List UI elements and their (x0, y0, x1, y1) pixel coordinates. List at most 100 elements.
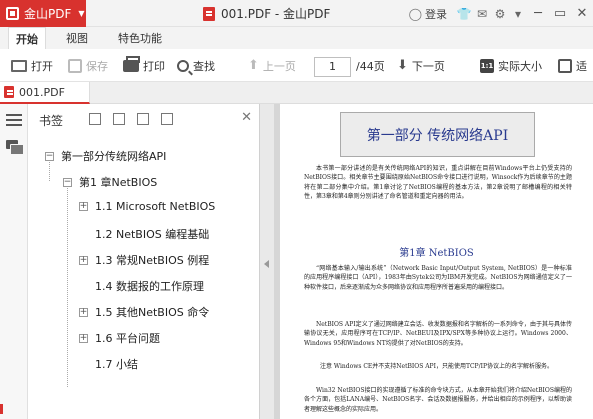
bookmark-label: 1.4 数据报的工作原理 (95, 280, 204, 293)
bookmark-item[interactable]: + 1.6 平台问题 (79, 330, 160, 346)
window-title-text: 001.PDF - 金山PDF (221, 7, 331, 21)
open-button[interactable]: 打开 (11, 49, 53, 82)
expand-icon[interactable]: + (79, 333, 88, 343)
panel-splitter[interactable] (260, 104, 274, 419)
actual-size-label: 实际大小 (498, 59, 542, 73)
body-paragraph: “网络基本输入/输出系统”（Network Basic Input/Output… (304, 265, 572, 291)
bookmark-panel: 书签 ✕ − 第一部分传统网络API − 第1 章NetBIOS + 1.1 M… (29, 104, 260, 419)
app-name: 金山PDF (24, 7, 72, 21)
expand-icon[interactable]: + (79, 202, 88, 211)
document-tab-strip: 001.PDF (0, 82, 593, 104)
close-button[interactable]: ✕ (571, 0, 593, 27)
bookmark-label: 1.5 其他NetBIOS 命令 (95, 306, 210, 319)
actual-size-icon: 1:1 (480, 58, 494, 73)
search-icon (177, 59, 189, 72)
tab-features[interactable]: 特色功能 (112, 27, 168, 49)
fit-page-icon (558, 58, 572, 73)
expand-icon[interactable]: + (79, 255, 88, 265)
document-tab-label: 001.PDF (19, 85, 65, 99)
left-rail (0, 104, 28, 419)
arrow-up-icon: ⬆ (248, 58, 259, 73)
toolbar: 打开 保存 打印 查找 ⬆ 上一页 ⬇ 下一页 1:1 实际大小 适 (0, 49, 593, 82)
save-label: 保存 (86, 59, 108, 73)
user-icon: ◯ (408, 6, 422, 21)
skin-icon[interactable]: 👕 (455, 0, 473, 27)
tab-view[interactable]: 视图 (58, 27, 96, 49)
bookmark-list-icon[interactable] (6, 114, 22, 128)
bookmark-item[interactable]: 1.7 小结 (79, 356, 138, 372)
app-menu-button[interactable]: 金山PDF ▼ (0, 0, 86, 27)
arrow-down-icon: ⬇ (397, 58, 408, 73)
bookmark-item[interactable]: 1.2 NetBIOS 编程基础 (79, 226, 209, 242)
note-paragraph: 注意 Windows CE并不支持NetBIOS API，只能使用TCP/IP协… (320, 363, 554, 370)
pdf-file-icon (203, 6, 215, 21)
close-icon[interactable]: ✕ (241, 110, 252, 125)
bookmark-label: 1.7 小结 (95, 358, 138, 371)
body-paragraph: NetBIOS API定义了通过网络建立会话、收发数据报和名字解析的一系列命令，… (304, 321, 572, 347)
app-logo-icon (6, 7, 19, 20)
bookmark-label: 1.2 NetBIOS 编程基础 (95, 228, 210, 241)
collapse-all-icon[interactable] (137, 113, 149, 125)
prev-page-button[interactable]: ⬆ 上一页 (248, 49, 296, 82)
prev-page-label: 上一页 (262, 59, 296, 73)
document-tab[interactable]: 001.PDF (0, 82, 90, 104)
panel-edge-marker (0, 404, 3, 414)
bookmark-item[interactable]: 1.4 数据报的工作原理 (79, 278, 204, 294)
ribbon-tabs: 开始 视图 特色功能 (0, 27, 593, 49)
page-heading: 第一部分 传统网络API (340, 112, 535, 157)
find-label: 查找 (193, 59, 215, 73)
window-title: 001.PDF - 金山PDF (203, 0, 330, 27)
find-button[interactable]: 查找 (177, 49, 215, 82)
chevron-down-icon: ▼ (78, 9, 85, 18)
bookmark-label: 第一部分传统网络API (61, 150, 167, 163)
next-page-button[interactable]: ⬇ 下一页 (397, 49, 445, 82)
bookmark-item[interactable]: − 第1 章NetBIOS (63, 174, 157, 190)
bookmark-item[interactable]: + 1.3 常规NetBIOS 例程 (79, 252, 209, 268)
page-number-input[interactable]: 1 (314, 57, 351, 77)
bookmark-title: 书签 (39, 114, 64, 128)
pdf-page: 第一部分 传统网络API 本书第一部分讲述的是有关传统网络API的知识，重点讲解… (280, 104, 593, 419)
save-icon (68, 58, 82, 73)
bookmark-label: 第1 章NetBIOS (79, 176, 158, 189)
fit-label: 适 (576, 59, 587, 73)
chapter-title: 第1章 NetBIOS (399, 248, 474, 259)
gear-icon[interactable]: ⚙ (491, 0, 509, 27)
fit-button[interactable]: 适 (558, 49, 587, 82)
pdf-file-icon (4, 86, 14, 98)
printer-icon (123, 55, 140, 72)
title-bar: 金山PDF ▼ 001.PDF - 金山PDF ◯ 登录 👕 ✉ ⚙ ▾ ─ ▭… (0, 0, 593, 27)
bookmark-header: 书签 ✕ (29, 104, 260, 134)
menu-icon[interactable]: ▾ (509, 0, 527, 27)
bookmark-item[interactable]: + 1.1 Microsoft NetBIOS (79, 200, 215, 213)
bookmark-label: 1.1 Microsoft NetBIOS (95, 200, 216, 213)
login-button[interactable]: ◯ 登录 (409, 6, 447, 22)
bookmark-item[interactable]: + 1.5 其他NetBIOS 命令 (79, 304, 209, 320)
bookmark-label: 1.6 平台问题 (95, 332, 160, 345)
open-label: 打开 (31, 59, 53, 73)
next-page-label: 下一页 (411, 59, 445, 73)
collapse-icon[interactable]: − (45, 151, 54, 161)
expand-icon[interactable]: + (79, 307, 88, 317)
tree-line (67, 186, 68, 387)
tab-start[interactable]: 开始 (8, 27, 46, 49)
save-button[interactable]: 保存 (68, 49, 108, 82)
message-icon[interactable]: ✉ (473, 0, 491, 27)
expand-all-icon[interactable] (113, 113, 125, 125)
folder-icon (11, 59, 27, 72)
maximize-button[interactable]: ▭ (549, 0, 571, 27)
actual-size-button[interactable]: 1:1 实际大小 (480, 49, 542, 82)
comments-icon[interactable] (6, 140, 24, 155)
page-total: /44页 (356, 59, 385, 73)
login-label: 登录 (425, 7, 447, 21)
print-button[interactable]: 打印 (123, 49, 165, 82)
bookmark-label: 1.3 常规NetBIOS 例程 (95, 254, 210, 267)
add-bookmark-icon[interactable] (89, 113, 101, 125)
delete-bookmark-icon[interactable] (161, 113, 173, 125)
collapse-icon[interactable]: − (63, 177, 72, 187)
intro-paragraph: 本书第一部分讲述的是有关传统网络API的知识，重点讲解在目前Windows平台上… (304, 165, 572, 200)
bookmark-item[interactable]: − 第一部分传统网络API (45, 148, 166, 164)
print-label: 打印 (143, 59, 165, 73)
document-view[interactable]: 第一部分 传统网络API 本书第一部分讲述的是有关传统网络API的知识，重点讲解… (274, 104, 593, 419)
minimize-button[interactable]: ─ (527, 0, 549, 27)
body-paragraph: Win32 NetBIOS接口的实现遵循了标准的命令块方式，从本章开始我们将介绍… (304, 387, 572, 413)
